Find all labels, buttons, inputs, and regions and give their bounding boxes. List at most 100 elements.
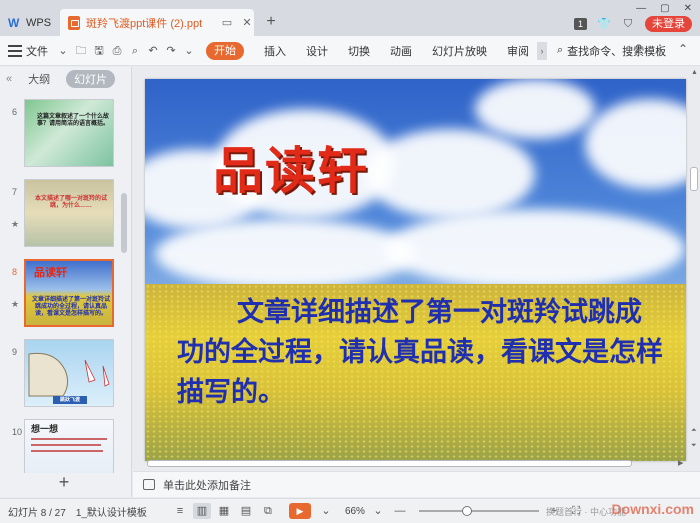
tab-slideshow[interactable]: 幻灯片放映	[432, 43, 487, 59]
slide-thumbnail-row[interactable]: 7 ★ 本文描述了哪一对斑羚的试跳，为什么……	[0, 179, 120, 253]
slide-canvas[interactable]: 品读轩 文章详细描述了第一对斑羚试跳成功的全过程，请认真品读，看课文是怎样描写的…	[145, 79, 686, 461]
slide-title[interactable]: 品读轩	[213, 131, 369, 203]
tab-window-icon[interactable]: ▭	[220, 16, 234, 30]
thumbnail-line	[31, 450, 103, 452]
slide-thumbnail[interactable]: 本文描述了哪一对斑羚的试跳，为什么……	[24, 179, 114, 247]
previous-slide-icon[interactable]: ⏶	[691, 427, 697, 435]
status-bar: 幻灯片 8 / 27 1_默认设计模板 ≡ ▥ ▦ ▤ ⧉ ▶ ⌄ 66% ⌄ …	[0, 498, 700, 523]
wps-home-tab[interactable]: W WPS	[0, 10, 56, 36]
panel-scrollbar-thumb[interactable]	[121, 193, 127, 253]
thumbnail-title: 品读轩	[34, 267, 67, 279]
slide-sorter-icon[interactable]: ▦	[215, 503, 233, 519]
cloud-shape	[475, 79, 595, 139]
slide-thumbnail-row[interactable]: 10 想一想	[0, 419, 120, 473]
tab-animation[interactable]: 动画	[390, 43, 412, 59]
more-options-icon[interactable]: ⋮	[654, 42, 666, 56]
minimize-icon[interactable]: —	[636, 3, 646, 14]
add-slide-button[interactable]: +	[0, 471, 128, 495]
slide-body-text[interactable]: 文章详细描述了第一对斑羚试跳成功的全过程，请认真品读，看课文是怎样描写的。	[177, 293, 667, 413]
undo-icon[interactable]: ↶	[144, 42, 162, 60]
editor-vertical-scrollbar[interactable]: ▲ ⏶ ⏷	[689, 67, 700, 457]
ribbon-toolbar: 文件 ⌄ 🗀 🖫 ⎙ ⌕ ↶ ↷ ⌄ 开始 插入 设计 切换 动画 幻灯片放映 …	[0, 36, 700, 66]
slide-thumbnail-row-selected[interactable]: 8 ★ 品读轩 文章详细描述了第一对斑羚试跳成功的全过程，请认真品读，看课文是怎…	[0, 259, 120, 333]
zoom-level[interactable]: 66%	[345, 506, 365, 517]
slide-thumbnail-row[interactable]: 6 这篇文章叙述了一个什么故事？请用简洁的语言概括。	[0, 99, 120, 173]
presenter-view-icon[interactable]: ⧉	[259, 503, 277, 519]
cloud-shape	[155, 219, 415, 289]
tab-insert[interactable]: 插入	[264, 43, 286, 59]
tab-transition[interactable]: 切换	[348, 43, 370, 59]
tab-review[interactable]: 审阅	[507, 43, 529, 59]
page-count-badge[interactable]: 1	[574, 18, 587, 30]
slide-number: 8	[12, 267, 18, 277]
zoom-dropdown-icon[interactable]: ⌄	[369, 503, 387, 519]
notes-toggle-icon[interactable]: ≡	[171, 503, 189, 519]
tab-home[interactable]: 开始	[206, 41, 244, 60]
normal-view-icon[interactable]: ▥	[192, 503, 211, 519]
redo-icon[interactable]: ↷	[162, 42, 180, 60]
close-tab-icon[interactable]: ✕	[240, 16, 254, 30]
notes-icon	[143, 479, 155, 490]
next-slide-icon[interactable]: ⏷	[691, 442, 697, 450]
save-icon[interactable]: 🖫	[90, 42, 108, 60]
slide-thumbnail-list: 6 这篇文章叙述了一个什么故事？请用简洁的语言概括。 7 ★ 本文描述了哪一对斑…	[0, 93, 120, 473]
theme-name[interactable]: 1_默认设计模板	[76, 504, 147, 519]
chevron-down-icon[interactable]: ⌄	[54, 42, 72, 60]
tab-slides[interactable]: 幻灯片	[66, 70, 116, 88]
slide-number: 10	[12, 427, 23, 437]
scroll-right-icon[interactable]: ▶	[678, 459, 683, 467]
tab-design[interactable]: 设计	[306, 43, 328, 59]
cloud-shape	[385, 209, 685, 289]
print-preview-icon[interactable]: ⌕	[126, 42, 144, 60]
slide-number: 9	[12, 347, 18, 357]
window-controls: — ▢ ✕	[636, 0, 692, 16]
slide-thumbnail[interactable]: 这篇文章叙述了一个什么故事？请用简洁的语言概括。	[24, 99, 114, 167]
shirt-skin-icon[interactable]: 👕	[597, 17, 611, 31]
thumbnail-line	[31, 438, 107, 440]
collapse-ribbon-icon[interactable]: ⌃	[678, 42, 688, 56]
panel-scrollbar[interactable]	[121, 93, 127, 473]
open-folder-icon[interactable]: 🗀	[72, 42, 90, 60]
editor-vertical-scrollbar-thumb[interactable]	[690, 167, 698, 191]
editor-horizontal-scrollbar-thumb[interactable]	[147, 460, 632, 467]
slide-editing-area: 品读轩 文章详细描述了第一对斑羚试跳成功的全过程，请认真品读，看课文是怎样描写的…	[133, 67, 700, 470]
collapse-panel-icon[interactable]: «	[6, 73, 12, 85]
zoom-slider-handle[interactable]	[461, 506, 472, 516]
slide-thumbnail-selected[interactable]: 品读轩 文章详细描述了第一对斑羚试跳成功的全过程，请认真品读，看课文是怎样描写的…	[24, 259, 114, 327]
slide-counter: 幻灯片 8 / 27	[8, 507, 66, 519]
bag-icon[interactable]: ⛉	[621, 17, 635, 31]
scroll-up-icon[interactable]: ▲	[691, 69, 698, 76]
file-menu[interactable]: 文件	[26, 43, 48, 59]
slides-panel: « 大纲 幻灯片 6 这篇文章叙述了一个什么故事？请用简洁的语言概括。 7 ★ …	[0, 67, 132, 497]
new-tab-button[interactable]: +	[262, 13, 280, 31]
panel-header: « 大纲 幻灯片	[0, 67, 131, 91]
hamburger-menu-icon[interactable]	[8, 44, 22, 57]
reading-view-icon[interactable]: ▤	[237, 503, 255, 519]
document-tab-title: 斑羚飞渡ppt课件 (2).ppt	[86, 17, 203, 30]
title-right-tools: 1 👕 ⛉ 未登录	[574, 16, 692, 32]
notes-placeholder[interactable]: 单击此处添加备注	[163, 477, 251, 493]
slide-thumbnail[interactable]: 跳跃飞渡	[24, 339, 114, 407]
play-slideshow-button[interactable]: ▶	[288, 503, 311, 519]
slide-thumbnail[interactable]: 想一想	[24, 419, 114, 473]
customize-dropdown-icon[interactable]: ⌄	[180, 42, 198, 60]
zoom-slider[interactable]	[418, 506, 539, 516]
editor-horizontal-scrollbar[interactable]: ▶	[145, 459, 686, 468]
tab-outline[interactable]: 大纲	[20, 70, 58, 88]
close-window-icon[interactable]: ✕	[684, 3, 692, 14]
wps-logo-icon: W	[8, 16, 20, 30]
login-button[interactable]: 未登录	[645, 16, 692, 32]
maximize-icon[interactable]: ▢	[660, 3, 669, 14]
ribbon-scroll-right-icon[interactable]: ›	[537, 41, 547, 60]
print-icon[interactable]: ⎙	[108, 42, 126, 60]
search-icon: ⌕	[557, 44, 564, 56]
document-tab[interactable]: 斑羚飞渡ppt课件 (2).ppt ▭ ✕	[60, 9, 254, 36]
notes-bar[interactable]: 单击此处添加备注	[133, 471, 700, 497]
slide-thumbnail-row[interactable]: 9 跳跃飞渡	[0, 339, 120, 413]
animation-star-icon: ★	[11, 299, 20, 309]
animation-star-icon: ★	[11, 219, 20, 229]
play-dropdown-icon[interactable]: ⌄	[317, 503, 335, 519]
slide-number: 7	[12, 187, 18, 197]
help-icon[interactable]: ?	[635, 42, 642, 56]
zoom-out-icon[interactable]: —	[391, 503, 409, 519]
